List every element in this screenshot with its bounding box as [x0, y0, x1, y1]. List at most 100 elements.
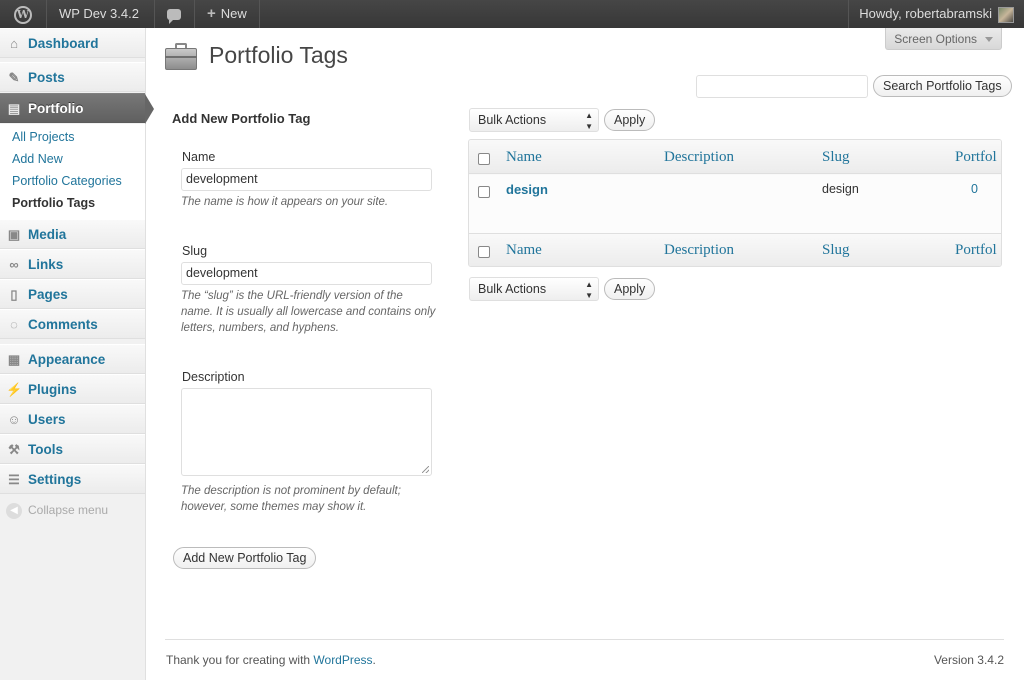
menu-posts[interactable]: ✎ Posts [0, 62, 145, 92]
howdy-text: Howdy, robertabramski [859, 6, 992, 21]
row-slug: design [822, 182, 859, 196]
column-slug[interactable]: Slug [822, 149, 850, 166]
bulk-actions-value: Bulk Actions [478, 113, 547, 127]
menu-comments[interactable]: ◌ Comments [0, 309, 145, 339]
name-field[interactable]: development [181, 168, 432, 191]
wordpress-link[interactable]: WordPress [313, 653, 372, 667]
menu-label: Appearance [28, 352, 106, 367]
name-label: Name [182, 150, 216, 164]
comment-bubble-icon [166, 9, 181, 25]
add-new-tag-button[interactable]: Add New Portfolio Tag [173, 547, 317, 569]
row-name-link[interactable]: design [506, 182, 548, 197]
new-content-link[interactable]: + New [194, 0, 260, 28]
avatar [998, 6, 1014, 23]
briefcase-icon: ▤ [7, 101, 21, 116]
footer-thanks-prefix: Thank you for creating with [166, 653, 314, 667]
column-description[interactable]: Description [664, 242, 734, 259]
column-portfolio-count[interactable]: Portfol [955, 149, 997, 166]
site-name-link[interactable]: WP Dev 3.4.2 [46, 0, 151, 28]
plus-icon: + [207, 5, 216, 22]
footer-version: Version 3.4.2 [933, 653, 1004, 667]
description-help: The description is not prominent by defa… [181, 485, 401, 513]
row-checkbox[interactable] [478, 186, 490, 198]
screen-options-button[interactable]: Screen Options [885, 28, 1002, 50]
pages-icon: ▯ [10, 287, 18, 302]
link-icon: ∞ [9, 257, 19, 272]
form-title: Add New Portfolio Tag [172, 111, 311, 126]
column-slug[interactable]: Slug [822, 242, 850, 259]
menu-label: Pages [28, 287, 68, 302]
apply-button-top[interactable]: Apply [604, 109, 656, 131]
comments-link[interactable] [154, 0, 192, 28]
dashboard-icon: ⌂ [10, 36, 18, 51]
column-name[interactable]: Name [506, 242, 542, 259]
menu-label: Dashboard [28, 36, 99, 51]
row-count-link[interactable]: 0 [971, 182, 978, 196]
select-all-checkbox[interactable] [478, 153, 490, 165]
bulk-actions-select-top[interactable]: Bulk Actions ▲ ▼ [469, 108, 599, 132]
apply-button-bottom[interactable]: Apply [604, 278, 656, 300]
submenu-portfolio-tags[interactable]: Portfolio Tags [12, 196, 95, 210]
search-input[interactable] [696, 75, 868, 98]
tags-table: Name Description Slug Portfol design des… [468, 139, 1002, 267]
table-header: Name Description Slug Portfol [469, 140, 1001, 174]
name-help: The name is how it appears on your site. [181, 196, 389, 208]
menu-plugins[interactable]: ⚡ Plugins [0, 374, 145, 404]
tools-icon: ⚒ [8, 442, 20, 457]
menu-users[interactable]: ☺ Users [0, 404, 145, 434]
menu-settings[interactable]: ☰ Settings [0, 464, 145, 494]
menu-label: Comments [28, 317, 98, 332]
plugin-icon: ⚡ [6, 382, 23, 397]
column-name[interactable]: Name [506, 149, 542, 166]
slug-label: Slug [182, 244, 208, 258]
search-button[interactable]: Search Portfolio Tags [873, 75, 1012, 97]
appearance-icon: ▦ [7, 352, 21, 367]
menu-label: Plugins [28, 382, 77, 397]
portfolio-submenu: All Projects Add New Portfolio Categorie… [0, 124, 145, 220]
footer-divider [165, 639, 1004, 640]
menu-dashboard[interactable]: ⌂ Dashboard [0, 28, 145, 58]
submenu-portfolio-categories[interactable]: Portfolio Categories [12, 174, 122, 188]
menu-portfolio[interactable]: ▤ Portfolio [0, 93, 154, 124]
users-icon: ☺ [7, 412, 21, 427]
bulk-actions-value: Bulk Actions [478, 282, 547, 296]
submenu-all-projects[interactable]: All Projects [12, 130, 75, 144]
menu-label: Tools [28, 442, 63, 457]
settings-icon: ☰ [8, 472, 20, 487]
menu-tools[interactable]: ⚒ Tools [0, 434, 145, 464]
footer-thanks-suffix: . [372, 653, 376, 667]
menu-label: Portfolio [28, 101, 84, 116]
submenu-add-new[interactable]: Add New [12, 152, 63, 166]
column-description[interactable]: Description [664, 149, 734, 166]
column-portfolio-count[interactable]: Portfol [955, 242, 997, 259]
pushpin-icon: ✎ [8, 70, 20, 85]
page-title: Portfolio Tags [209, 42, 348, 68]
briefcase-icon [164, 40, 198, 70]
collapse-label: Collapse menu [28, 503, 109, 518]
my-account-link[interactable]: Howdy, robertabramski [848, 0, 1024, 28]
menu-label: Settings [28, 472, 82, 487]
menu-label: Links [28, 257, 64, 272]
description-field[interactable] [181, 388, 432, 476]
media-icon: ▣ [7, 227, 21, 242]
menu-pages[interactable]: ▯ Pages [0, 279, 145, 309]
comment-icon: ◌ [10, 317, 18, 332]
menu-links[interactable]: ∞ Links [0, 249, 145, 279]
admin-bar: W WP Dev 3.4.2 + New Howdy, robertabramsk… [0, 0, 1024, 28]
slug-help: The “slug” is the URL-friendly version o… [181, 290, 436, 334]
menu-media[interactable]: ▣ Media [0, 219, 145, 249]
menu-appearance[interactable]: ▦ Appearance [0, 344, 145, 374]
menu-label: Users [28, 412, 66, 427]
bulk-actions-select-bottom[interactable]: Bulk Actions ▲ ▼ [469, 277, 599, 301]
slug-field[interactable]: development [181, 262, 432, 285]
select-all-checkbox-bottom[interactable] [478, 246, 490, 258]
menu-label: Posts [28, 70, 65, 85]
collapse-menu-button[interactable]: ◀ Collapse menu [6, 503, 108, 519]
table-row: design design 0 [469, 175, 1001, 233]
collapse-arrow-icon: ◀ [6, 503, 22, 519]
wordpress-logo-icon[interactable]: W [0, 0, 46, 28]
select-arrows-icon: ▲ ▼ [585, 280, 593, 300]
footer-thanks: Thank you for creating with WordPress. [166, 653, 376, 667]
menu-label: Media [28, 227, 67, 242]
description-label: Description [182, 370, 245, 384]
